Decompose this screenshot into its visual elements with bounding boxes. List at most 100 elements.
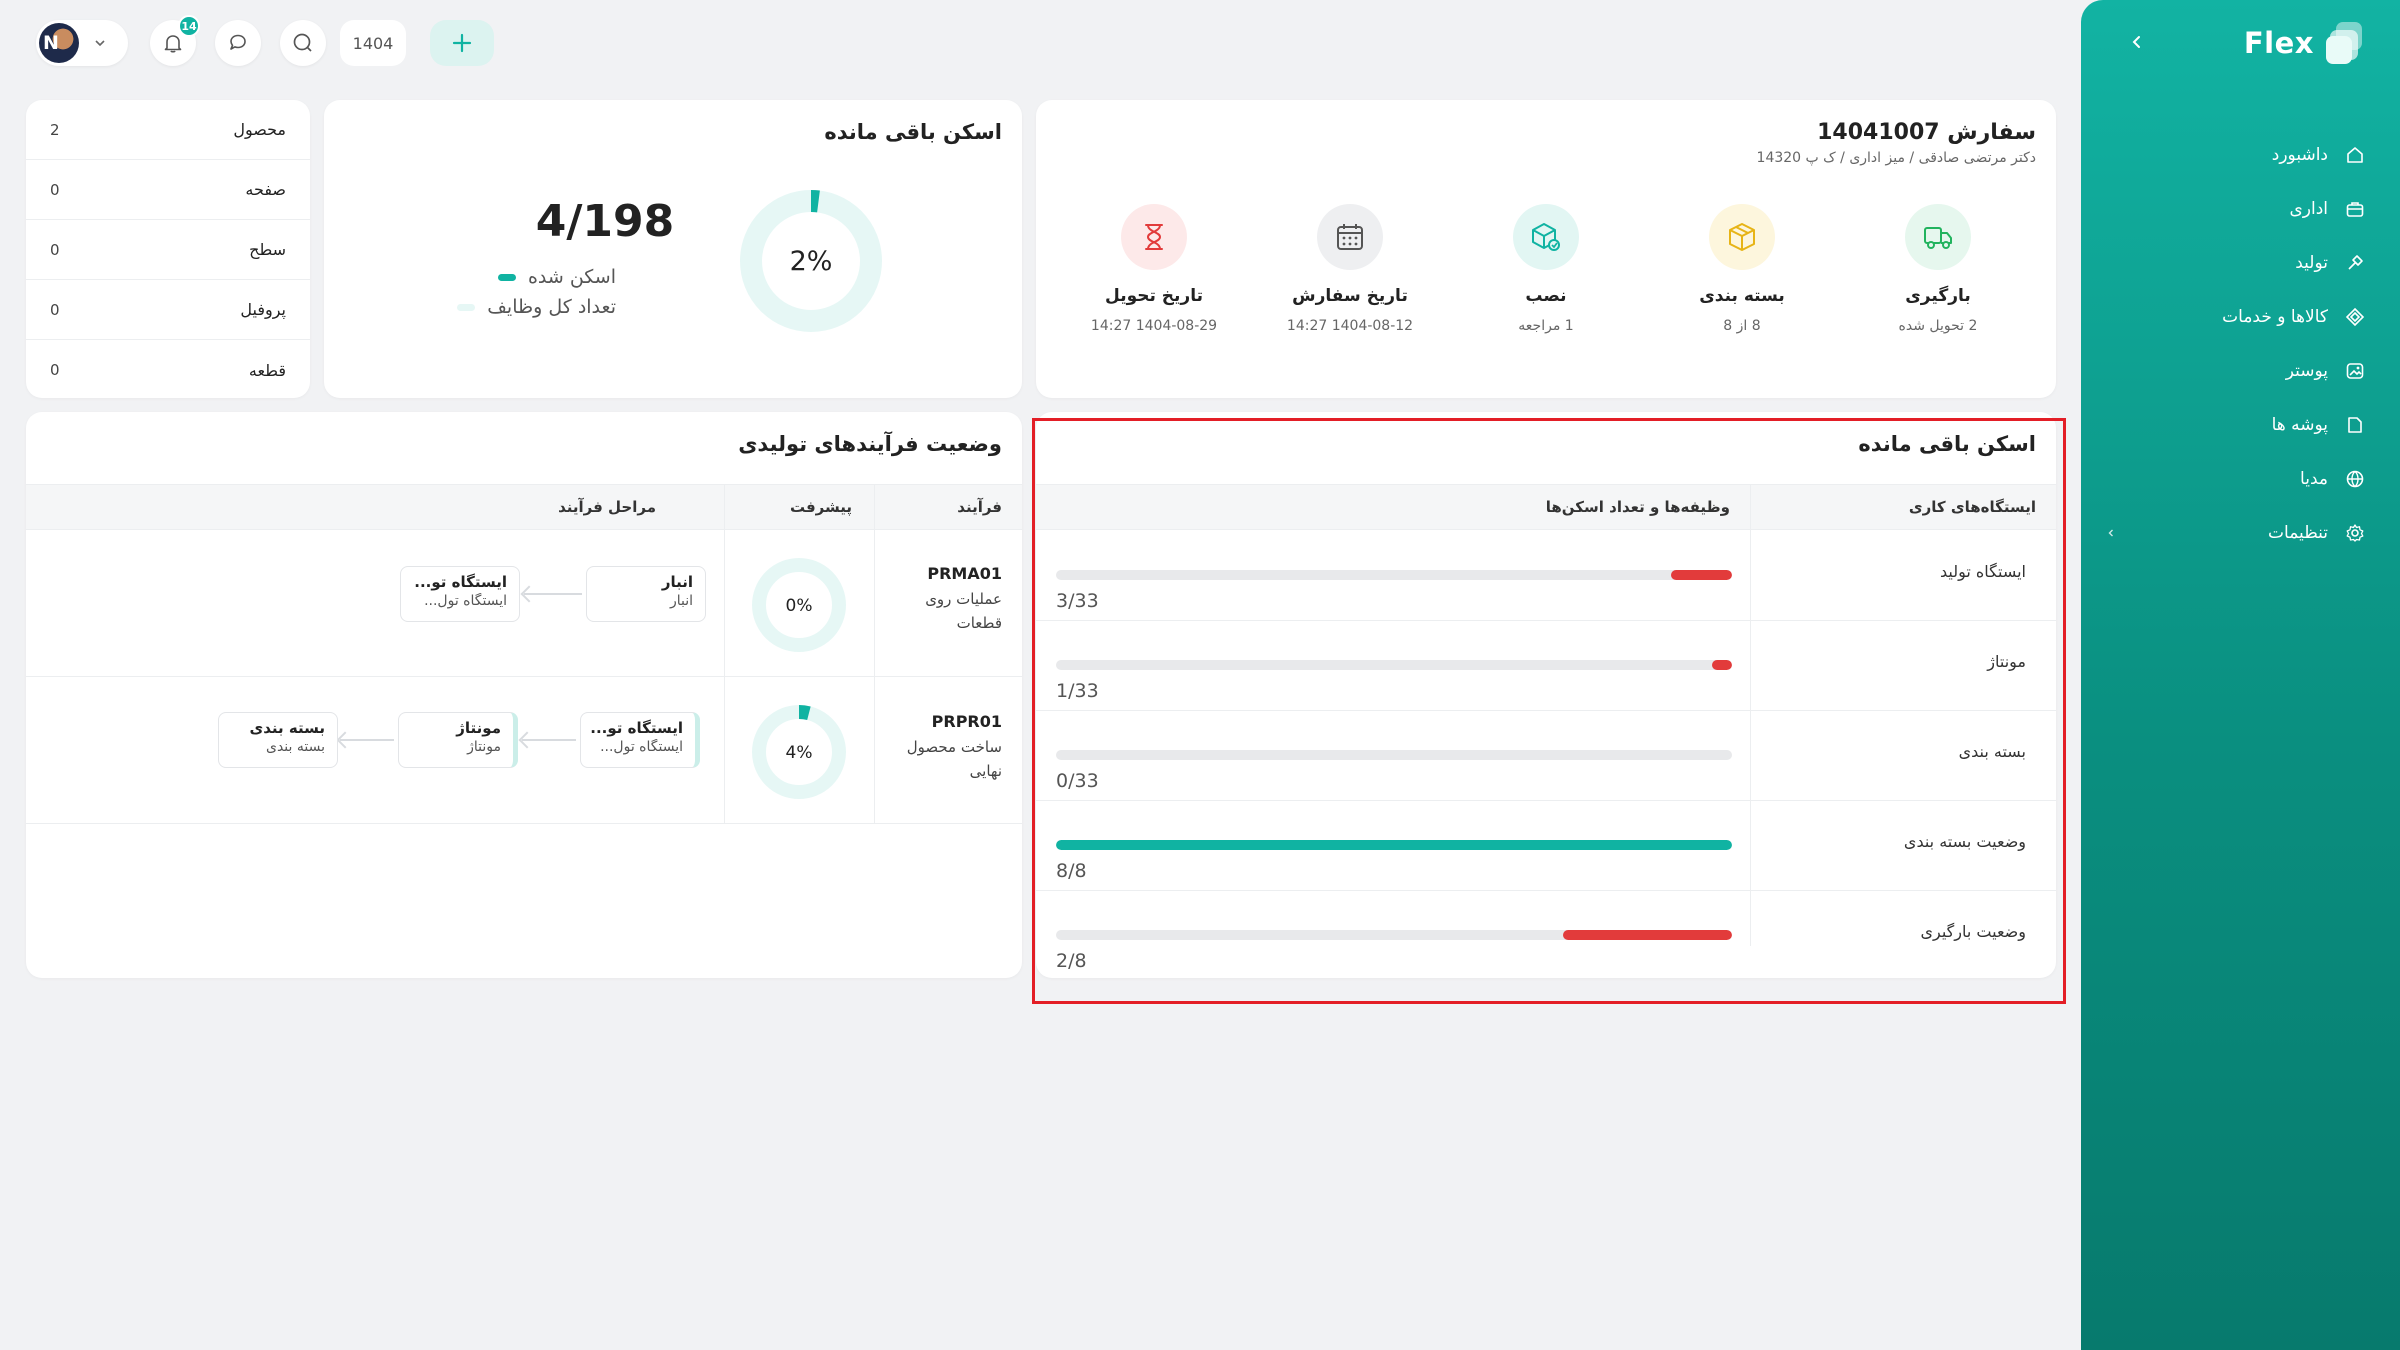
- sidebar-item-label: تنظیمات: [2268, 523, 2328, 543]
- sidebar-item-label: اداری: [2289, 199, 2328, 219]
- sidebar-item-dashboard[interactable]: داشبورد: [2106, 128, 2366, 182]
- process-progress-donut-1: 0%: [752, 558, 846, 652]
- process-name: قطعات: [956, 614, 1002, 632]
- process-percent: 0%: [786, 596, 813, 616]
- truck-icon: [1905, 204, 1971, 270]
- count-label: قطعه: [248, 360, 286, 380]
- sidebar-item-office[interactable]: اداری: [2106, 182, 2366, 236]
- order-title: سفارش 14041007: [1817, 120, 2036, 145]
- briefcase-icon: [2344, 198, 2366, 220]
- processes-table-header: فرآیند پیشرفت مراحل فرآیند: [26, 484, 1022, 530]
- count-row-profile: 0 پروفیل: [26, 280, 310, 340]
- sidebar-item-goods-services[interactable]: کالاها و خدمات: [2106, 290, 2366, 344]
- stat-title: بسته بندی: [1699, 286, 1785, 306]
- remaining-donut: 2%: [740, 190, 882, 332]
- station-name: بسته بندی: [1958, 742, 2026, 761]
- scan-count: 1/33: [1056, 680, 1099, 702]
- stage-subtitle: ایستگاه تول...: [424, 593, 507, 609]
- legend-label: تعداد کل وظایف: [487, 296, 616, 318]
- stat-install[interactable]: نصب 1 مراجعه: [1466, 204, 1626, 334]
- sidebar-item-label: داشبورد: [2271, 145, 2328, 165]
- count-value: 0: [50, 240, 60, 259]
- station-name: مونتاژ: [1987, 652, 2026, 671]
- user-menu[interactable]: N: [36, 20, 128, 66]
- card-title: اسکن باقی مانده: [824, 120, 1002, 144]
- sidebar-item-media[interactable]: مدیا: [2106, 452, 2366, 506]
- collapse-sidebar-button[interactable]: [2123, 28, 2151, 56]
- home-icon: [2344, 144, 2366, 166]
- stage-box[interactable]: بسته بندی بسته بندی: [218, 712, 338, 768]
- processes-card: وضعیت فرآیندهای تولیدی فرآیند پیشرفت مرا…: [26, 412, 1022, 978]
- scan-progress-track: [1056, 930, 1732, 940]
- remaining-scan-card: اسکن باقی مانده 2% 4/198 اسکن شده تعداد …: [324, 100, 1022, 398]
- legend-scanned: اسکن شده: [497, 266, 616, 288]
- stage-box[interactable]: انبار انبار: [586, 566, 706, 622]
- process-row-2[interactable]: PRPR01 ساخت محصول نهایی: [907, 712, 1002, 783]
- stat-title: تاریخ سفارش: [1292, 286, 1408, 306]
- scan-count: 3/33: [1056, 590, 1099, 612]
- header-progress: پیشرفت: [789, 498, 852, 516]
- stat-subtitle: 1 مراجعه: [1518, 318, 1574, 334]
- station-name: وضعیت بسته بندی: [1903, 832, 2026, 851]
- sidebar-nav: داشبورد اداری تولید کالاها و خدمات پوستر…: [2106, 128, 2366, 560]
- header-stations: ایستگاه‌های کاری: [1908, 498, 2036, 516]
- stat-title: بارگیری: [1905, 286, 1971, 306]
- legend-label: اسکن شده: [527, 266, 616, 288]
- folder-icon: [2344, 414, 2366, 436]
- add-button[interactable]: [430, 20, 494, 66]
- year-selector[interactable]: 1404: [340, 20, 406, 66]
- image-icon: [2344, 360, 2366, 382]
- station-name: وضعیت بارگیری: [1920, 922, 2026, 941]
- process-row-1[interactable]: PRMA01 عملیات روی قطعات: [925, 564, 1002, 635]
- process-code: PRPR01: [931, 712, 1002, 731]
- sidebar: Flex داشبورد اداری تولید کالاها و خدمات …: [2081, 0, 2400, 1350]
- stat-subtitle: 1404-08-12 14:27: [1286, 318, 1414, 334]
- arrow-left-icon: [522, 739, 576, 741]
- plus-icon: [452, 33, 472, 53]
- avatar: N: [39, 23, 79, 63]
- chevron-left-icon[interactable]: [2106, 523, 2116, 543]
- stat-delivery-date[interactable]: تاریخ تحویل 1404-08-29 14:27: [1074, 204, 1234, 334]
- avatar-initial: N: [43, 32, 59, 54]
- counts-card: 2 محصول 0 صفحه 0 سطح 0 پروفیل 0 قطعه: [26, 100, 310, 398]
- count-value: 2: [50, 120, 60, 139]
- scan-stations-card: اسکن باقی مانده ایستگاه‌های کاری وظیفه‌ه…: [1036, 412, 2056, 978]
- sidebar-item-production[interactable]: تولید: [2106, 236, 2366, 290]
- scan-count: 0/33: [1056, 770, 1099, 792]
- messages-button[interactable]: [215, 20, 261, 66]
- sidebar-item-label: کالاها و خدمات: [2222, 307, 2328, 327]
- sidebar-item-label: پوشه ها: [2271, 415, 2328, 435]
- stage-subtitle: ایستگاه تول...: [600, 739, 683, 755]
- stage-box[interactable]: ایستگاه تو... ایستگاه تول...: [580, 712, 700, 768]
- search-button[interactable]: [280, 20, 326, 66]
- stat-subtitle: 2 تحویل شده: [1898, 318, 1978, 334]
- process-name: عملیات روی: [925, 590, 1002, 608]
- legend-total: تعداد کل وظایف: [457, 296, 616, 318]
- stat-loading[interactable]: بارگیری 2 تحویل شده: [1858, 204, 2018, 334]
- stat-order-date[interactable]: تاریخ سفارش 1404-08-12 14:27: [1270, 204, 1430, 334]
- card-title: اسکن باقی مانده: [1858, 432, 2036, 456]
- stage-box[interactable]: ایستگاه تو... ایستگاه تول...: [400, 566, 520, 622]
- sidebar-item-folders[interactable]: پوشه ها: [2106, 398, 2366, 452]
- sidebar-item-poster[interactable]: پوستر: [2106, 344, 2366, 398]
- count-row-product: 2 محصول: [26, 100, 310, 160]
- stage-box[interactable]: مونتاژ مونتاژ: [398, 712, 518, 768]
- count-value: 0: [50, 361, 60, 379]
- chat-icon: [230, 34, 246, 50]
- count-row-surface: 0 سطح: [26, 220, 310, 280]
- process-name: ساخت محصول: [906, 738, 1002, 756]
- sidebar-item-settings[interactable]: تنظیمات: [2106, 506, 2366, 560]
- stage-subtitle: انبار: [669, 593, 693, 609]
- count-label: سطح: [249, 240, 286, 259]
- stage-title: ایستگاه تو...: [591, 719, 683, 737]
- bell-icon: [164, 35, 182, 53]
- station-name: ایستگاه تولید: [1940, 562, 2026, 581]
- install-icon: [1513, 204, 1579, 270]
- stat-packaging[interactable]: بسته بندی 8 از 8: [1662, 204, 1822, 334]
- scan-progress-track: [1056, 750, 1732, 760]
- brand-name: Flex: [2243, 26, 2314, 60]
- brand[interactable]: Flex: [2244, 22, 2364, 64]
- stat-title: تاریخ تحویل: [1105, 286, 1203, 306]
- notifications-button[interactable]: 14: [150, 15, 200, 66]
- order-subtitle: دکتر مرتضی صادقی / میز اداری / ک پ 14320: [1756, 150, 2036, 166]
